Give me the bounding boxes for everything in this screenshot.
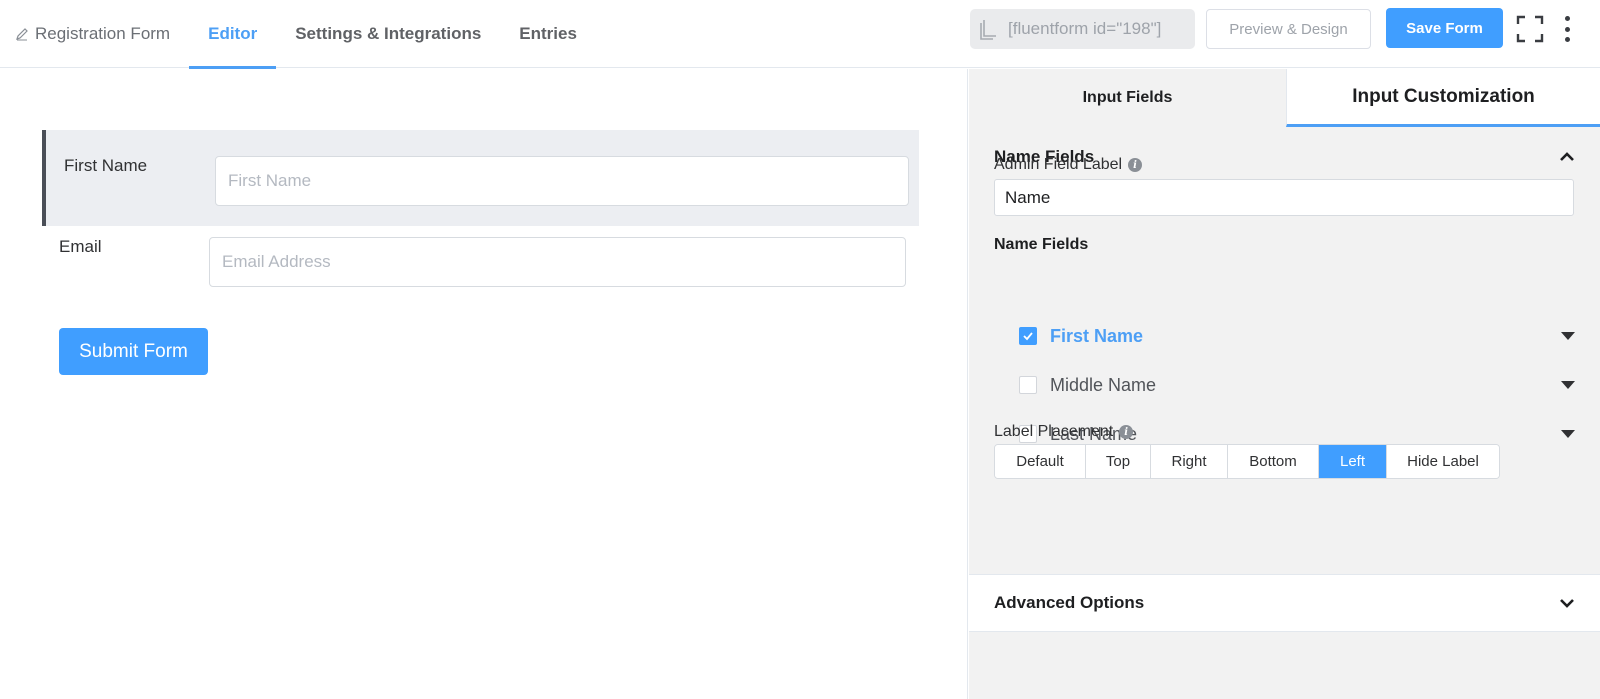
- email-field-row[interactable]: Email: [42, 227, 919, 299]
- top-bar: Registration Form Editor Settings & Inte…: [0, 0, 1600, 69]
- more-options-icon[interactable]: [1560, 14, 1574, 44]
- first-name-field-row[interactable]: First Name: [42, 130, 919, 226]
- email-label: Email: [59, 237, 102, 256]
- tab-entries-label: Entries: [519, 24, 577, 43]
- preview-design-button[interactable]: Preview & Design: [1206, 9, 1371, 49]
- admin-field-label-text: Admin Field Label: [994, 156, 1123, 173]
- first-name-label: First Name: [64, 156, 148, 175]
- shortcode-copy-box[interactable]: [fluentform id="198"]: [970, 9, 1195, 49]
- form-title: Registration Form: [35, 24, 171, 43]
- copy-icon: [970, 18, 1008, 40]
- admin-field-label-input[interactable]: [994, 179, 1574, 216]
- form-title-link[interactable]: Registration Form: [0, 0, 189, 68]
- tab-settings-label: Settings & Integrations: [295, 24, 482, 43]
- shortcode-text: [fluentform id="198"]: [1008, 19, 1162, 38]
- panel-tabs: Input Fields Input Customization: [969, 69, 1600, 127]
- check-icon: [1023, 332, 1033, 341]
- caret-down-icon[interactable]: [1561, 430, 1575, 438]
- chevron-down-icon: [1560, 599, 1574, 608]
- fullscreen-icon[interactable]: [1516, 15, 1544, 43]
- placement-hide-label[interactable]: Hide Label: [1387, 445, 1499, 478]
- advanced-options-section-header[interactable]: Advanced Options: [969, 574, 1600, 632]
- placement-right[interactable]: Right: [1151, 445, 1228, 478]
- submit-form-button[interactable]: Submit Form: [59, 328, 208, 375]
- name-field-first[interactable]: First Name: [1019, 321, 1575, 351]
- name-field-label: Middle Name: [1050, 374, 1157, 395]
- placement-left[interactable]: Left: [1319, 445, 1387, 478]
- tab-settings-integrations[interactable]: Settings & Integrations: [276, 0, 500, 68]
- tab-entries[interactable]: Entries: [500, 0, 596, 68]
- save-form-button[interactable]: Save Form: [1386, 8, 1503, 48]
- name-field-middle[interactable]: Middle Name: [1019, 370, 1575, 400]
- label-placement-title: Label Placement i: [994, 423, 1134, 441]
- checkbox-first-name[interactable]: [1019, 327, 1037, 345]
- caret-down-icon[interactable]: [1561, 332, 1575, 340]
- name-fields-subtitle: Name Fields: [994, 236, 1089, 253]
- advanced-options-title: Advanced Options: [994, 593, 1145, 612]
- placement-bottom[interactable]: Bottom: [1228, 445, 1319, 478]
- info-icon[interactable]: i: [1128, 158, 1143, 172]
- chevron-up-icon: [1560, 152, 1574, 161]
- form-editor-canvas: First Name Email Submit Form: [0, 69, 968, 699]
- label-placement-group: Default Top Right Bottom Left Hide Label: [994, 444, 1500, 479]
- info-icon[interactable]: i: [1119, 425, 1134, 439]
- name-field-label: First Name: [1050, 325, 1144, 346]
- placement-top[interactable]: Top: [1086, 445, 1151, 478]
- tab-input-fields[interactable]: Input Fields: [969, 69, 1286, 127]
- email-input[interactable]: [209, 237, 906, 287]
- tab-editor-label: Editor: [208, 24, 258, 43]
- label-placement-text: Label Placement: [994, 423, 1114, 440]
- settings-panel: Input Fields Input Customization Name Fi…: [969, 69, 1600, 699]
- caret-down-icon[interactable]: [1561, 381, 1575, 389]
- tab-editor[interactable]: Editor: [189, 0, 277, 69]
- admin-field-label-title: Admin Field Label i: [994, 156, 1143, 174]
- tab-input-customization[interactable]: Input Customization: [1286, 69, 1600, 127]
- main-nav: Registration Form Editor Settings & Inte…: [0, 0, 596, 69]
- pencil-icon: [16, 28, 28, 41]
- checkbox-middle-name[interactable]: [1019, 376, 1037, 394]
- first-name-input[interactable]: [215, 156, 909, 206]
- placement-default[interactable]: Default: [995, 445, 1086, 478]
